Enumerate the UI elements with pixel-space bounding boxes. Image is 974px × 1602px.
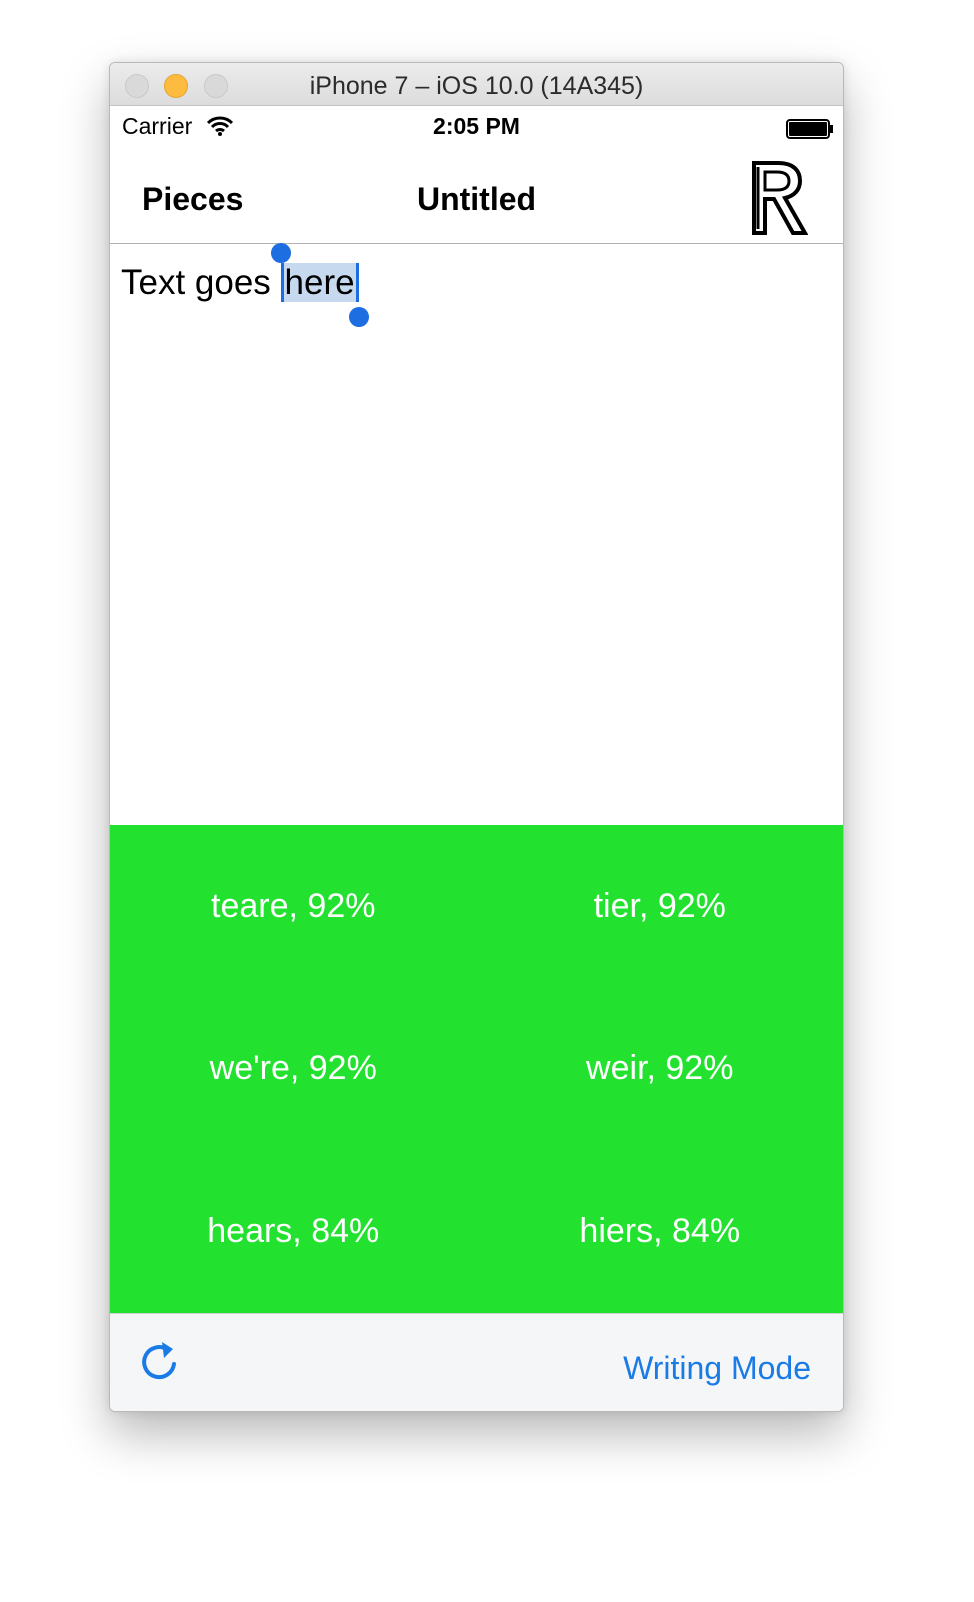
selection-end-handle[interactable] [348,307,369,327]
suggestions-grid: teare, 92% tier, 92% we're, 92% weir, 92… [110,825,843,1313]
navigation-bar: Pieces Untitled [110,145,843,244]
status-bar: Carrier 2:05 PM [110,107,843,145]
text-editor[interactable]: Text goes here [110,243,843,825]
writing-mode-button[interactable]: Writing Mode [623,1350,811,1387]
document-title: Untitled [416,181,537,217]
refresh-icon[interactable] [138,1340,180,1382]
text-selection[interactable]: here [270,243,369,327]
editor-text[interactable]: Text goes here [121,243,369,327]
selected-word[interactable]: here [280,263,359,302]
bottom-toolbar: Writing Mode [110,1313,843,1411]
suggestion-button[interactable]: weir, 92% [477,988,844,1151]
editor-text-plain: Text goes [121,263,281,302]
simulator-window: iPhone 7 – iOS 10.0 (14A345) Carrier 2:0… [109,62,844,1412]
window-titlebar: iPhone 7 – iOS 10.0 (14A345) [110,63,843,106]
logo-r-icon[interactable] [750,159,808,237]
suggestion-button[interactable]: hears, 84% [110,1150,477,1313]
suggestion-button[interactable]: hiers, 84% [477,1150,844,1313]
battery-icon [786,119,833,139]
selection-start-handle[interactable] [270,243,291,263]
window-title: iPhone 7 – iOS 10.0 (14A345) [309,72,644,100]
suggestion-button[interactable]: tier, 92% [477,825,844,988]
status-time: 2:05 PM [433,113,520,139]
suggestion-button[interactable]: teare, 92% [110,825,477,988]
suggestion-button[interactable]: we're, 92% [110,988,477,1151]
